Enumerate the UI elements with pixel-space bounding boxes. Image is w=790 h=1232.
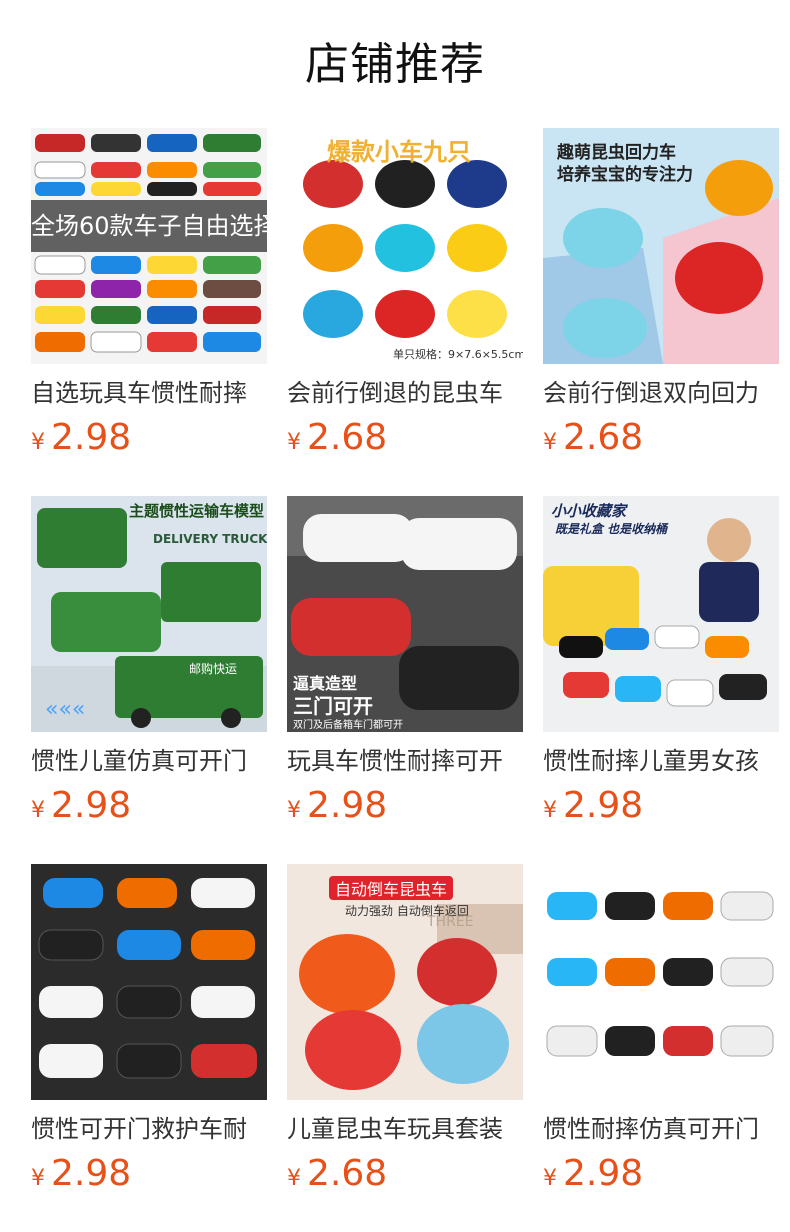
currency-symbol: ¥ bbox=[287, 1166, 301, 1191]
product-card[interactable]: ««« 主题惯性运输车模型 DELIVERY TRUCK 邮购快运 惯性儿童仿真… bbox=[31, 496, 267, 864]
product-name[interactable]: 惯性儿童仿真可开门 bbox=[31, 744, 267, 778]
product-name[interactable]: 惯性耐摔仿真可开门 bbox=[543, 1112, 779, 1146]
image-tag: THREE bbox=[427, 914, 474, 930]
image-subheading: DELIVERY TRUCK bbox=[153, 532, 267, 546]
product-name[interactable]: 惯性可开门救护车耐 bbox=[31, 1112, 267, 1146]
currency-symbol: ¥ bbox=[543, 1166, 557, 1191]
image-subheading: 既是礼盒 也是收纳桶 bbox=[555, 522, 668, 536]
price-value: 2.68 bbox=[563, 417, 644, 458]
product-image[interactable] bbox=[31, 864, 267, 1100]
product-name[interactable]: 会前行倒退双向回力 bbox=[543, 376, 779, 410]
product-price: ¥2.98 bbox=[287, 784, 523, 828]
product-image[interactable]: 小小收藏家 既是礼盒 也是收纳桶 bbox=[543, 496, 779, 732]
image-subheading: 三门可开 bbox=[293, 694, 373, 718]
image-heading: 主题惯性运输车模型 bbox=[129, 502, 265, 520]
image-subheading: 培养宝宝的专注力 bbox=[557, 165, 693, 185]
image-caption: 单只规格：9×7.6×5.5cm bbox=[393, 348, 523, 361]
product-name[interactable]: 会前行倒退的昆虫车 bbox=[287, 376, 523, 410]
image-heading: 爆款小车九只 bbox=[327, 138, 471, 166]
product-image[interactable]: ««« 主题惯性运输车模型 DELIVERY TRUCK 邮购快运 bbox=[31, 496, 267, 732]
price-value: 2.98 bbox=[307, 785, 388, 826]
product-name[interactable]: 自选玩具车惯性耐摔 bbox=[31, 376, 267, 410]
currency-symbol: ¥ bbox=[31, 798, 45, 823]
product-name[interactable]: 玩具车惯性耐摔可开 bbox=[287, 744, 523, 778]
image-heading: 自动倒车昆虫车 bbox=[329, 876, 454, 900]
price-value: 2.98 bbox=[51, 1153, 132, 1194]
product-price: ¥2.68 bbox=[287, 416, 523, 460]
product-card[interactable]: 自动倒车昆虫车 动力强劲 自动倒车返回 THREE 儿童昆虫车玩具套装 ¥2.6… bbox=[287, 864, 523, 1232]
product-price: ¥2.98 bbox=[31, 784, 267, 828]
product-image[interactable]: 自动倒车昆虫车 动力强劲 自动倒车返回 THREE bbox=[287, 864, 523, 1100]
price-value: 2.98 bbox=[51, 417, 132, 458]
currency-symbol: ¥ bbox=[543, 798, 557, 823]
product-price: ¥2.98 bbox=[543, 784, 779, 828]
currency-symbol: ¥ bbox=[287, 798, 301, 823]
product-image[interactable]: 爆款小车九只 单只规格：9×7.6×5.5cm bbox=[287, 128, 523, 364]
product-image[interactable]: 全场60款车子自由选择 bbox=[31, 128, 267, 364]
car-catalog-image bbox=[543, 864, 779, 1100]
product-grid: 全场60款车子自由选择 自选玩具车惯性耐摔 ¥2.98 爆款小车九只 单只规格：… bbox=[31, 128, 781, 1232]
image-tag: 邮购快运 bbox=[189, 662, 238, 676]
currency-symbol: ¥ bbox=[31, 1166, 45, 1191]
page-title: 店铺推荐 bbox=[305, 39, 485, 90]
svg-text:«««: ««« bbox=[45, 697, 85, 722]
currency-symbol: ¥ bbox=[31, 430, 45, 455]
image-overlay-label: 全场60款车子自由选择 bbox=[31, 200, 267, 252]
product-price: ¥2.68 bbox=[543, 416, 779, 460]
product-card[interactable]: 爆款小车九只 单只规格：9×7.6×5.5cm 会前行倒退的昆虫车 ¥2.68 bbox=[287, 128, 523, 496]
price-value: 2.98 bbox=[51, 785, 132, 826]
product-price: ¥2.98 bbox=[31, 416, 267, 460]
product-name[interactable]: 惯性耐摔儿童男女孩 bbox=[543, 744, 779, 778]
product-price: ¥2.98 bbox=[31, 1152, 267, 1196]
product-card[interactable]: 全场60款车子自由选择 自选玩具车惯性耐摔 ¥2.98 bbox=[31, 128, 267, 496]
price-value: 2.98 bbox=[563, 1153, 644, 1194]
product-name[interactable]: 儿童昆虫车玩具套装 bbox=[287, 1112, 523, 1146]
car-grid-image bbox=[31, 864, 267, 1100]
product-price: ¥2.98 bbox=[543, 1152, 779, 1196]
product-price: ¥2.68 bbox=[287, 1152, 523, 1196]
product-image[interactable]: 逼真造型 三门可开 双门及后备箱车门都可开 bbox=[287, 496, 523, 732]
product-card[interactable]: 小小收藏家 既是礼盒 也是收纳桶 惯性耐摔儿童男女孩 ¥2.98 bbox=[543, 496, 779, 864]
product-card[interactable]: 惯性耐摔仿真可开门 ¥2.98 bbox=[543, 864, 779, 1232]
price-value: 2.68 bbox=[307, 1153, 388, 1194]
product-card[interactable]: 惯性可开门救护车耐 ¥2.98 bbox=[31, 864, 267, 1232]
product-card[interactable]: 趣萌昆虫回力车 培养宝宝的专注力 会前行倒退双向回力 ¥2.68 bbox=[543, 128, 779, 496]
product-image[interactable]: 趣萌昆虫回力车 培养宝宝的专注力 bbox=[543, 128, 779, 364]
currency-symbol: ¥ bbox=[543, 430, 557, 455]
image-caption: 双门及后备箱车门都可开 bbox=[293, 720, 403, 731]
image-heading: 小小收藏家 bbox=[551, 502, 627, 520]
currency-symbol: ¥ bbox=[287, 430, 301, 455]
product-image[interactable] bbox=[543, 864, 779, 1100]
price-value: 2.68 bbox=[307, 417, 388, 458]
product-card[interactable]: 逼真造型 三门可开 双门及后备箱车门都可开 玩具车惯性耐摔可开 ¥2.98 bbox=[287, 496, 523, 864]
price-value: 2.98 bbox=[563, 785, 644, 826]
